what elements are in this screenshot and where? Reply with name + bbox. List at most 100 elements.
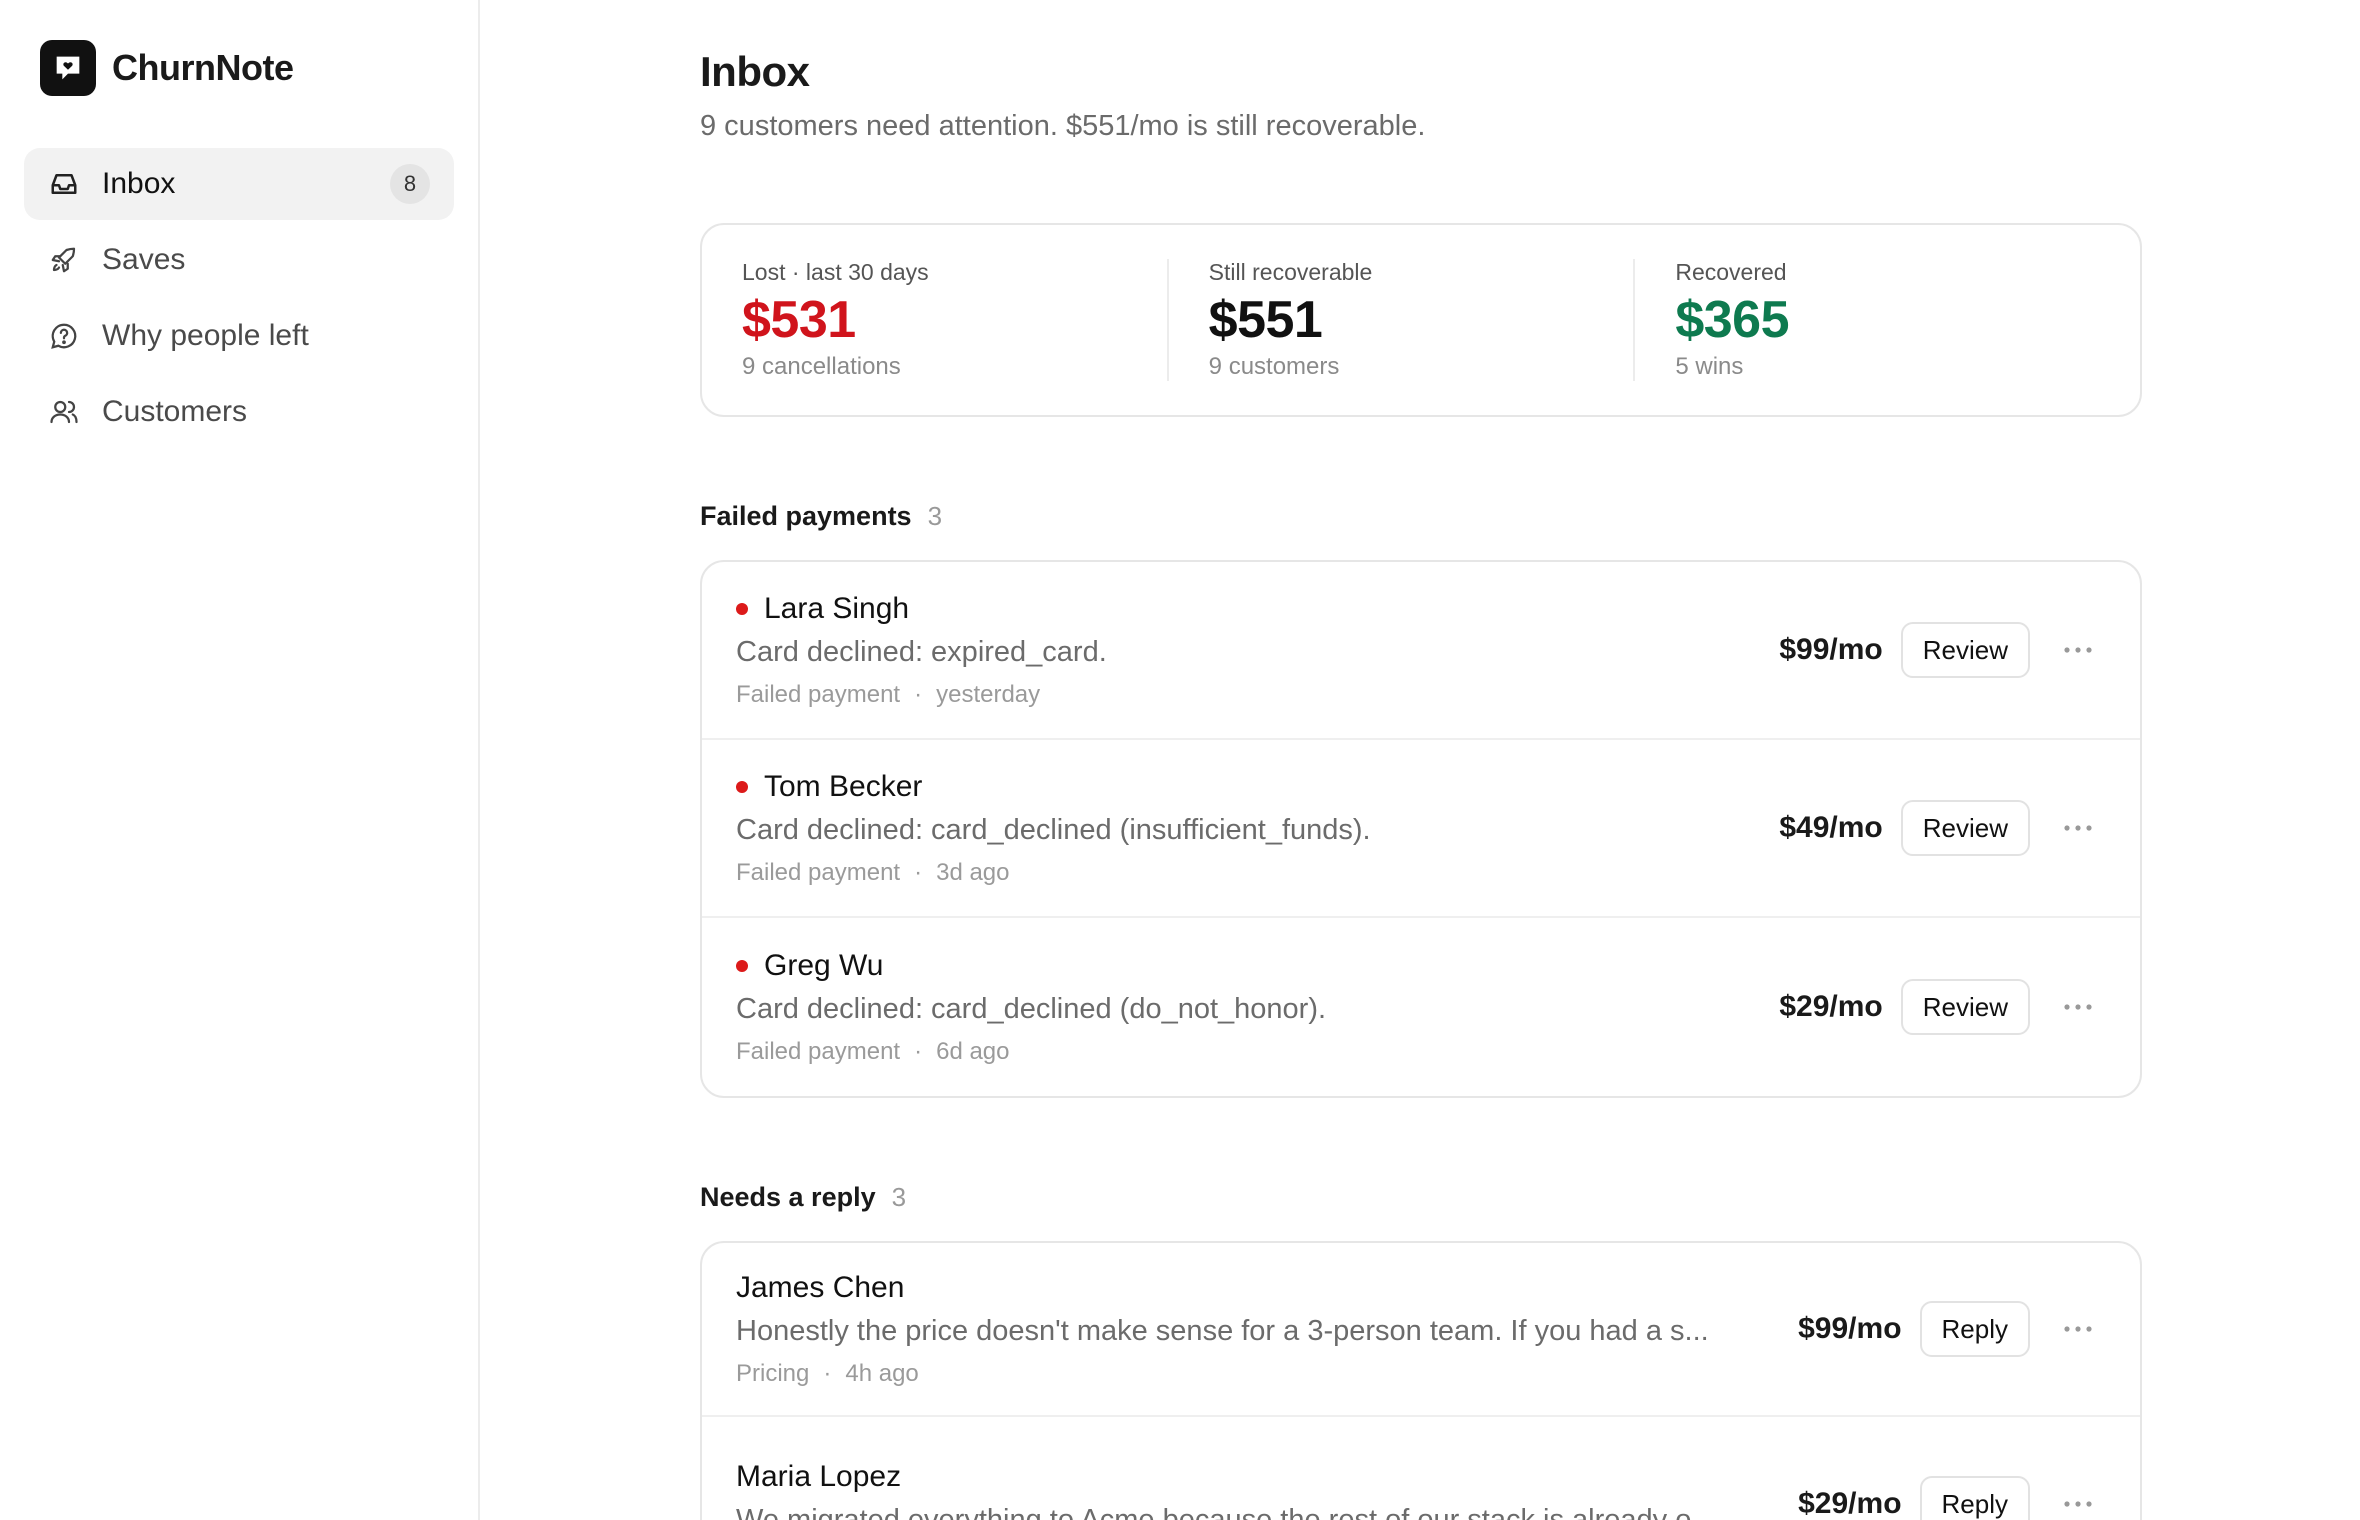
inbox-icon (48, 168, 80, 200)
meta-separator: · (914, 858, 923, 886)
sidebar: ChurnNote Inbox 8 Saves Why people left … (0, 0, 480, 1520)
needs-reply-list: James Chen Honestly the price doesn't ma… (700, 1241, 2142, 1520)
customer-name: Greg Wu (764, 948, 884, 982)
customer-name: James Chen (736, 1270, 905, 1304)
list-item[interactable]: James Chen Honestly the price doesn't ma… (702, 1243, 2140, 1417)
stat-sub: 5 wins (1675, 353, 1744, 381)
stats-card: Lost · last 30 days $531 9 cancellations… (700, 223, 2142, 417)
sidebar-item-why-people-left[interactable]: Why people left (24, 300, 454, 372)
more-options-icon[interactable] (2050, 979, 2106, 1035)
more-options-icon[interactable] (2050, 1476, 2106, 1520)
question-bubble-icon (48, 320, 80, 352)
list-item[interactable]: Maria Lopez We migrated everything to Ac… (702, 1417, 2140, 1520)
sidebar-item-customers[interactable]: Customers (24, 376, 454, 448)
item-meta: Failed payment · 6d ago (736, 1038, 1749, 1066)
list-item-body: Greg Wu Card declined: card_declined (do… (736, 949, 1749, 1066)
review-button[interactable]: Review (1900, 622, 2030, 678)
item-type: Failed payment (736, 680, 901, 708)
item-price: $29/mo (1779, 990, 1883, 1023)
list-item[interactable]: Greg Wu Card declined: card_declined (do… (702, 918, 2140, 1096)
meta-separator: · (914, 680, 923, 708)
meta-separator: · (914, 1037, 923, 1065)
app-root: ChurnNote Inbox 8 Saves Why people left … (0, 0, 2360, 1520)
rocket-icon (48, 244, 80, 276)
sidebar-item-label: Why people left (102, 319, 309, 352)
inbox-count-badge: 8 (390, 164, 430, 204)
stat-value: $365 (1675, 291, 1790, 349)
item-meta: Pricing · 4h ago (736, 1360, 1768, 1388)
item-time: 3d ago (936, 858, 1010, 886)
more-options-icon[interactable] (2050, 800, 2106, 856)
needs-reply-header: Needs a reply 3 (700, 1182, 2360, 1213)
list-item[interactable]: Lara Singh Card declined: expired_card. … (702, 562, 2140, 740)
section-count: 3 (927, 501, 943, 531)
item-description: Card declined: card_declined (do_not_hon… (736, 992, 1327, 1025)
status-dot (736, 780, 748, 793)
review-button[interactable]: Review (1900, 800, 2030, 856)
item-time: 4h ago (845, 1359, 919, 1387)
list-item-body: Maria Lopez We migrated everything to Ac… (736, 1460, 1768, 1520)
item-description: We migrated everything to Acme because t… (736, 1503, 1716, 1520)
item-description: Honestly the price doesn't make sense fo… (736, 1314, 1709, 1347)
stat-label: Lost · last 30 days (742, 259, 929, 285)
customer-name-row: Tom Becker (736, 770, 1749, 804)
sidebar-item-label: Inbox (102, 167, 176, 200)
sidebar-item-label: Saves (102, 243, 186, 276)
item-type: Pricing (736, 1359, 810, 1387)
list-item-body: Lara Singh Card declined: expired_card. … (736, 592, 1749, 709)
item-description: Card declined: card_declined (insufficie… (736, 813, 1371, 846)
item-meta: Failed payment · 3d ago (736, 859, 1749, 887)
item-meta: Failed payment · yesterday (736, 681, 1749, 709)
more-options-icon[interactable] (2050, 1301, 2106, 1357)
reply-button[interactable]: Reply (1919, 1301, 2030, 1357)
brand-name: ChurnNote (112, 47, 294, 88)
item-price: $49/mo (1779, 811, 1883, 844)
stat-value: $531 (742, 291, 856, 349)
stat-recoverable: Still recoverable $551 9 customers (1166, 259, 1634, 381)
stat-sub: 9 cancellations (742, 353, 901, 381)
item-price: $99/mo (1798, 1312, 1902, 1345)
status-dot (736, 602, 748, 615)
item-type: Failed payment (736, 858, 901, 886)
stat-lost: Lost · last 30 days $531 9 cancellations (742, 259, 1167, 381)
sidebar-item-inbox[interactable]: Inbox 8 (24, 148, 454, 220)
item-time: yesterday (936, 680, 1041, 708)
list-item-body: James Chen Honestly the price doesn't ma… (736, 1271, 1768, 1388)
section-count: 3 (891, 1182, 907, 1212)
sidebar-item-saves[interactable]: Saves (24, 224, 454, 296)
item-description: Card declined: expired_card. (736, 635, 1107, 668)
sidebar-nav: Inbox 8 Saves Why people left Customers (24, 148, 454, 448)
page-subtitle: 9 customers need attention. $551/mo is s… (700, 110, 1426, 142)
section-title: Failed payments (700, 501, 912, 531)
page-title: Inbox (700, 48, 810, 95)
stat-recovered: Recovered $365 5 wins (1633, 259, 2100, 381)
reply-button[interactable]: Reply (1919, 1476, 2030, 1520)
item-price: $29/mo (1798, 1487, 1902, 1520)
item-price: $99/mo (1779, 633, 1883, 666)
brand[interactable]: ChurnNote (24, 40, 454, 96)
meta-separator: · (823, 1359, 832, 1387)
stat-sub: 9 customers (1208, 353, 1340, 381)
list-item[interactable]: Tom Becker Card declined: card_declined … (702, 740, 2140, 918)
stat-value: $551 (1208, 291, 1323, 349)
failed-payments-list: Lara Singh Card declined: expired_card. … (700, 560, 2142, 1098)
users-icon (48, 396, 80, 428)
more-options-icon[interactable] (2050, 622, 2106, 678)
chat-heart-logo-icon (40, 40, 96, 96)
stat-label: Recovered (1675, 259, 1787, 285)
sidebar-item-label: Customers (102, 395, 248, 428)
main-content: Inbox 9 customers need attention. $551/m… (480, 0, 2360, 1520)
item-time: 6d ago (936, 1037, 1010, 1065)
list-item-body: Tom Becker Card declined: card_declined … (736, 770, 1749, 887)
item-type: Failed payment (736, 1037, 901, 1065)
stat-label: Still recoverable (1208, 259, 1373, 285)
customer-name: Lara Singh (764, 591, 910, 625)
section-title: Needs a reply (700, 1182, 876, 1212)
customer-name-row: Greg Wu (736, 949, 1749, 983)
customer-name-row: Lara Singh (736, 592, 1749, 626)
status-dot (736, 959, 748, 972)
review-button[interactable]: Review (1900, 979, 2030, 1035)
customer-name: Tom Becker (764, 769, 923, 803)
customer-name: Maria Lopez (736, 1459, 902, 1493)
failed-payments-header: Failed payments 3 (700, 501, 2360, 532)
